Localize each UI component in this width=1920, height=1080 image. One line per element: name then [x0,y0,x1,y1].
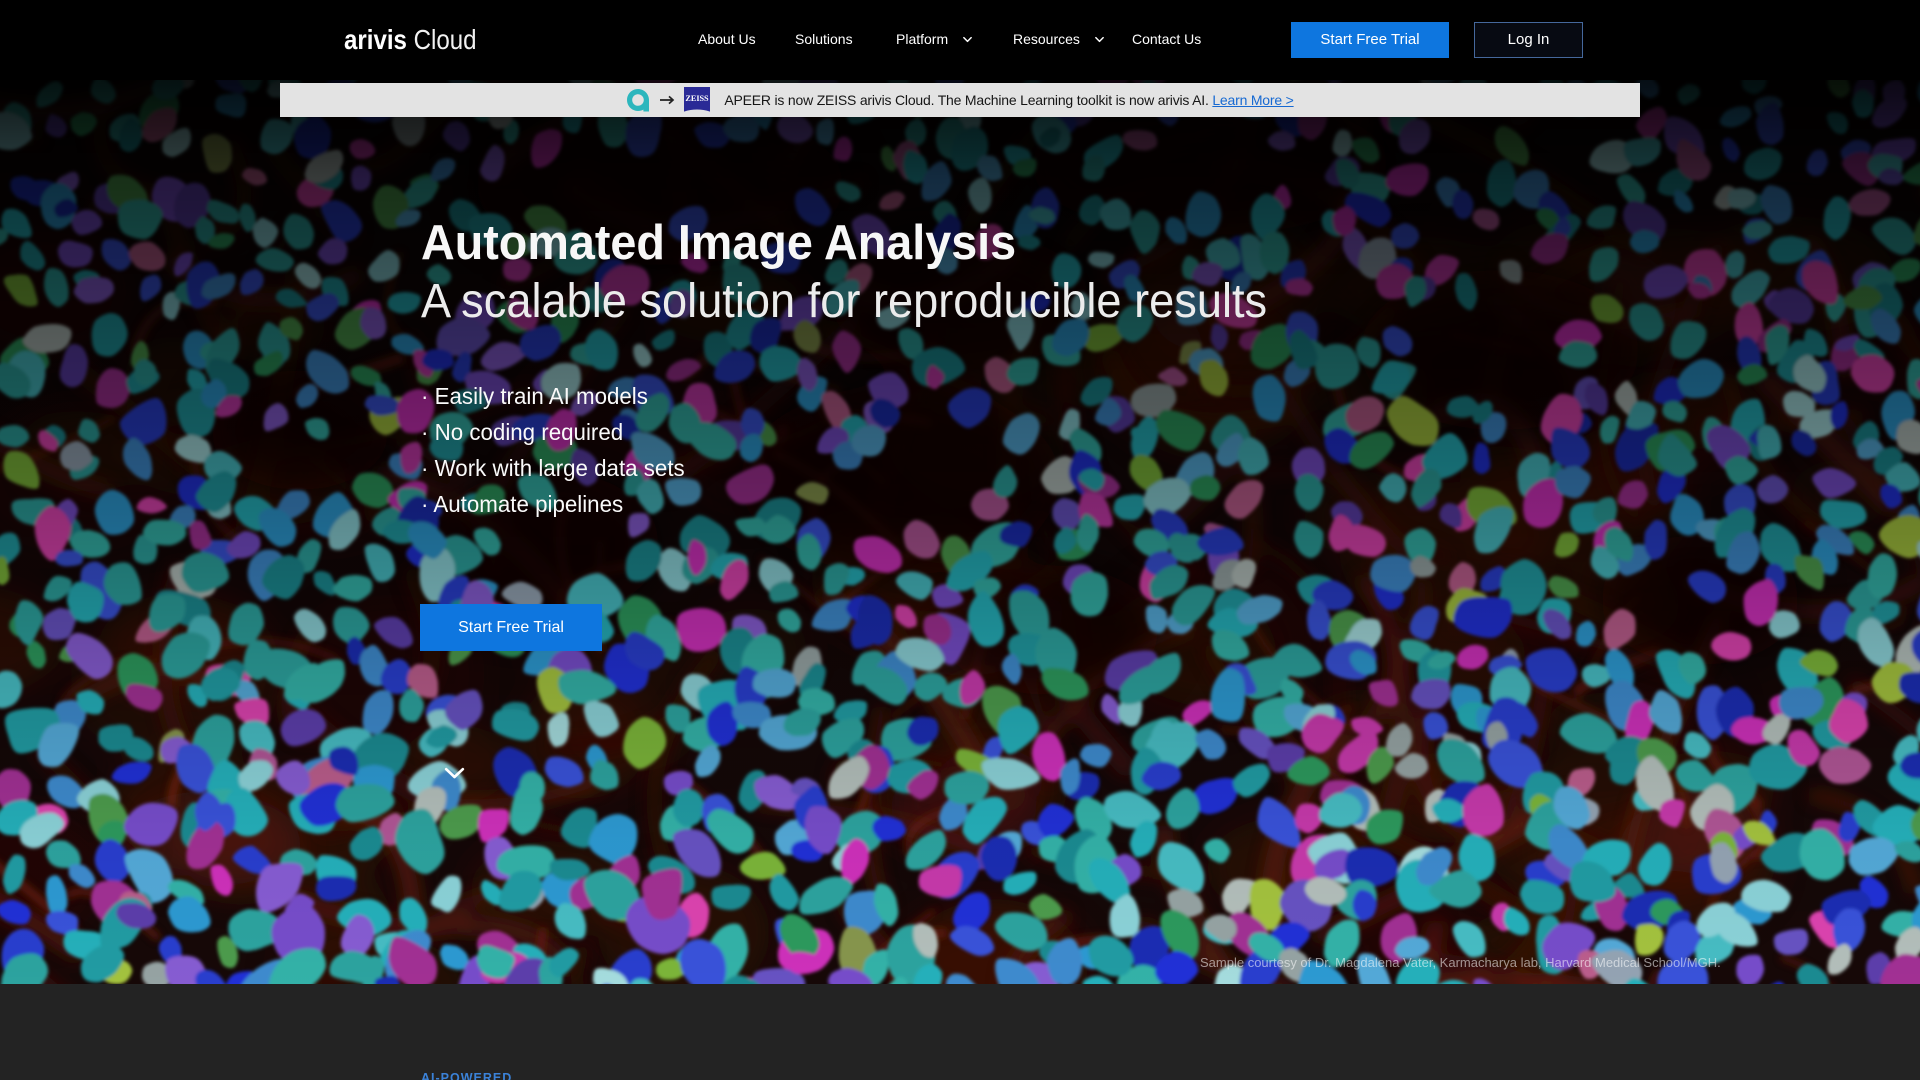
svg-text:ZEISS: ZEISS [686,94,710,103]
